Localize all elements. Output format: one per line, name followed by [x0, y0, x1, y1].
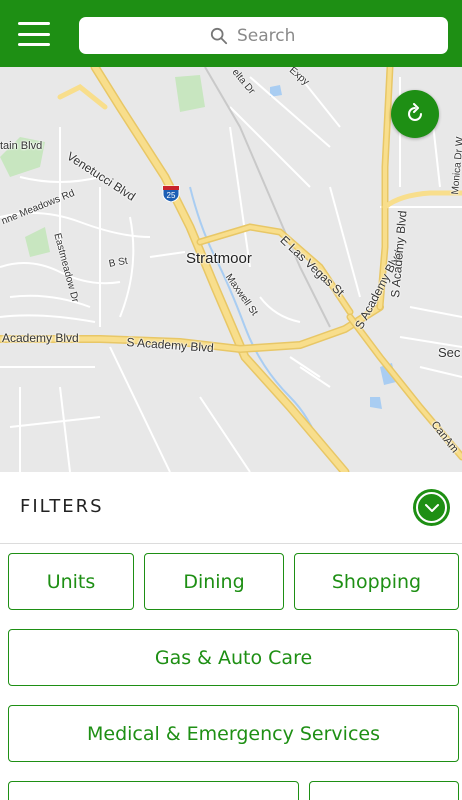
search-bar[interactable] — [79, 17, 448, 54]
filter-button-dining[interactable]: Dining — [144, 553, 284, 610]
hamburger-menu-icon[interactable] — [18, 22, 50, 46]
map-label-tain-blvd: tain Blvd — [0, 140, 43, 152]
map-label-sec: Sec — [438, 345, 461, 360]
collapse-filters-button[interactable] — [413, 489, 450, 526]
filter-button-partial-left[interactable] — [8, 781, 299, 800]
svg-text:25: 25 — [167, 191, 176, 200]
filters-header: FILTERS — [0, 472, 462, 544]
map-label-academy-left: Academy Blvd — [2, 331, 79, 345]
map-label-stratmoor: Stratmoor — [186, 250, 252, 267]
map-view[interactable]: 25 Stratmoor Venetucci Blvd E Las Vegas … — [0, 67, 462, 472]
filter-button-gas-auto-care[interactable]: Gas & Auto Care — [8, 629, 459, 686]
pond — [370, 397, 382, 409]
search-input[interactable] — [237, 25, 317, 46]
search-icon — [210, 27, 228, 44]
filters-title: FILTERS — [20, 496, 104, 517]
filter-button-units[interactable]: Units — [8, 553, 134, 610]
chevron-down-icon — [424, 503, 439, 512]
filter-button-medical-emergency[interactable]: Medical & Emergency Services — [8, 705, 459, 762]
refresh-icon — [408, 103, 422, 121]
interstate-shield-icon: 25 — [162, 185, 180, 202]
park-area — [175, 75, 205, 112]
top-app-bar — [0, 0, 462, 67]
filter-button-shopping[interactable]: Shopping — [294, 553, 459, 610]
refresh-button[interactable] — [391, 90, 439, 138]
filter-button-partial-right[interactable] — [309, 781, 459, 800]
